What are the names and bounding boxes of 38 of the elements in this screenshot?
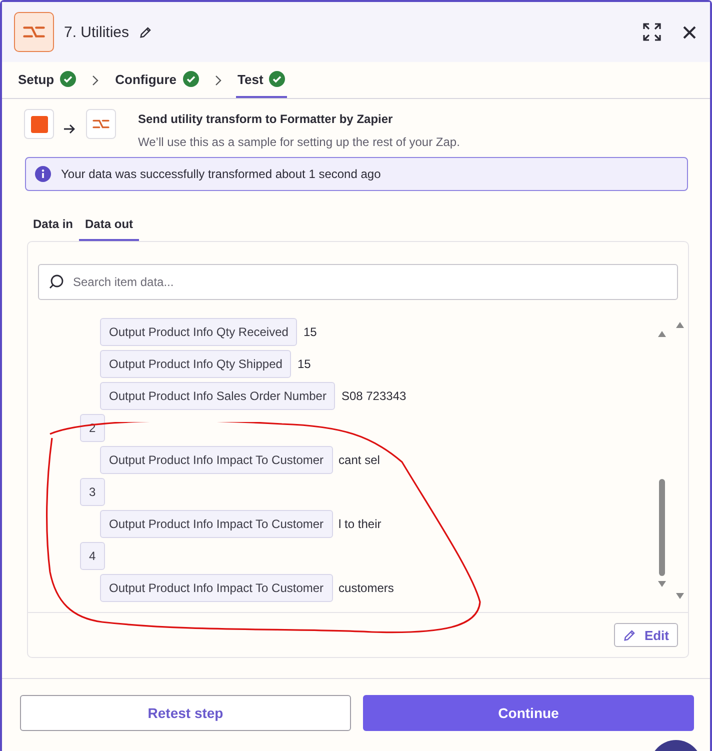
search-field[interactable]: Search item data...: [38, 264, 678, 300]
formatter-icon: [14, 12, 54, 52]
formatter-icon: [86, 109, 116, 139]
field-value: S08 723343: [341, 389, 406, 403]
step-tab[interactable]: Configure: [113, 62, 201, 98]
chevron-icon: [92, 74, 100, 86]
expand-icon[interactable]: [643, 23, 661, 41]
pencil-icon: [623, 628, 636, 642]
info-icon: [35, 166, 51, 182]
field-value: 15: [303, 325, 317, 339]
field-key: Output Product Info Qty Shipped: [100, 350, 292, 378]
info-text: Your data was successfully transformed about 1 second ago: [61, 167, 381, 181]
retest-button[interactable]: Retest step: [20, 695, 351, 731]
field-key: Output Product Info Impact To Customer: [100, 510, 333, 538]
field-key: Output Product Info Impact To Customer: [100, 446, 333, 474]
field-key: Output Product Info Sales Order Number: [100, 382, 336, 410]
step-tab[interactable]: Test: [236, 62, 288, 98]
field-key: Output Product Info Impact To Customer: [100, 574, 333, 602]
item-index: 3: [80, 478, 105, 506]
arrow-icon: [64, 124, 76, 134]
close-icon[interactable]: [683, 26, 696, 38]
field-value: customers: [338, 581, 394, 595]
summary-title: Send utility transform to Formatter by Zapier: [138, 112, 394, 126]
field-value: l to their: [338, 517, 382, 531]
app-icon: [24, 109, 54, 139]
step-title: 7. Utilities: [64, 24, 130, 40]
chevron-icon: [214, 74, 222, 86]
edit-button[interactable]: Edit: [614, 623, 678, 647]
field-value: 15: [297, 357, 311, 371]
data-tab[interactable]: Data in: [27, 209, 80, 241]
summary-subtitle: We’ll use this as a sample for setting up the rest of your Zap.: [138, 135, 460, 149]
item-index: 4: [80, 542, 105, 570]
continue-button[interactable]: Continue: [363, 695, 694, 731]
field-key: Output Product Info Qty Received: [100, 318, 298, 346]
pencil-icon[interactable]: [139, 26, 152, 38]
field-value: cant sel: [338, 453, 380, 467]
step-tab[interactable]: Setup: [16, 62, 78, 98]
data-tab[interactable]: Data out: [79, 209, 140, 241]
